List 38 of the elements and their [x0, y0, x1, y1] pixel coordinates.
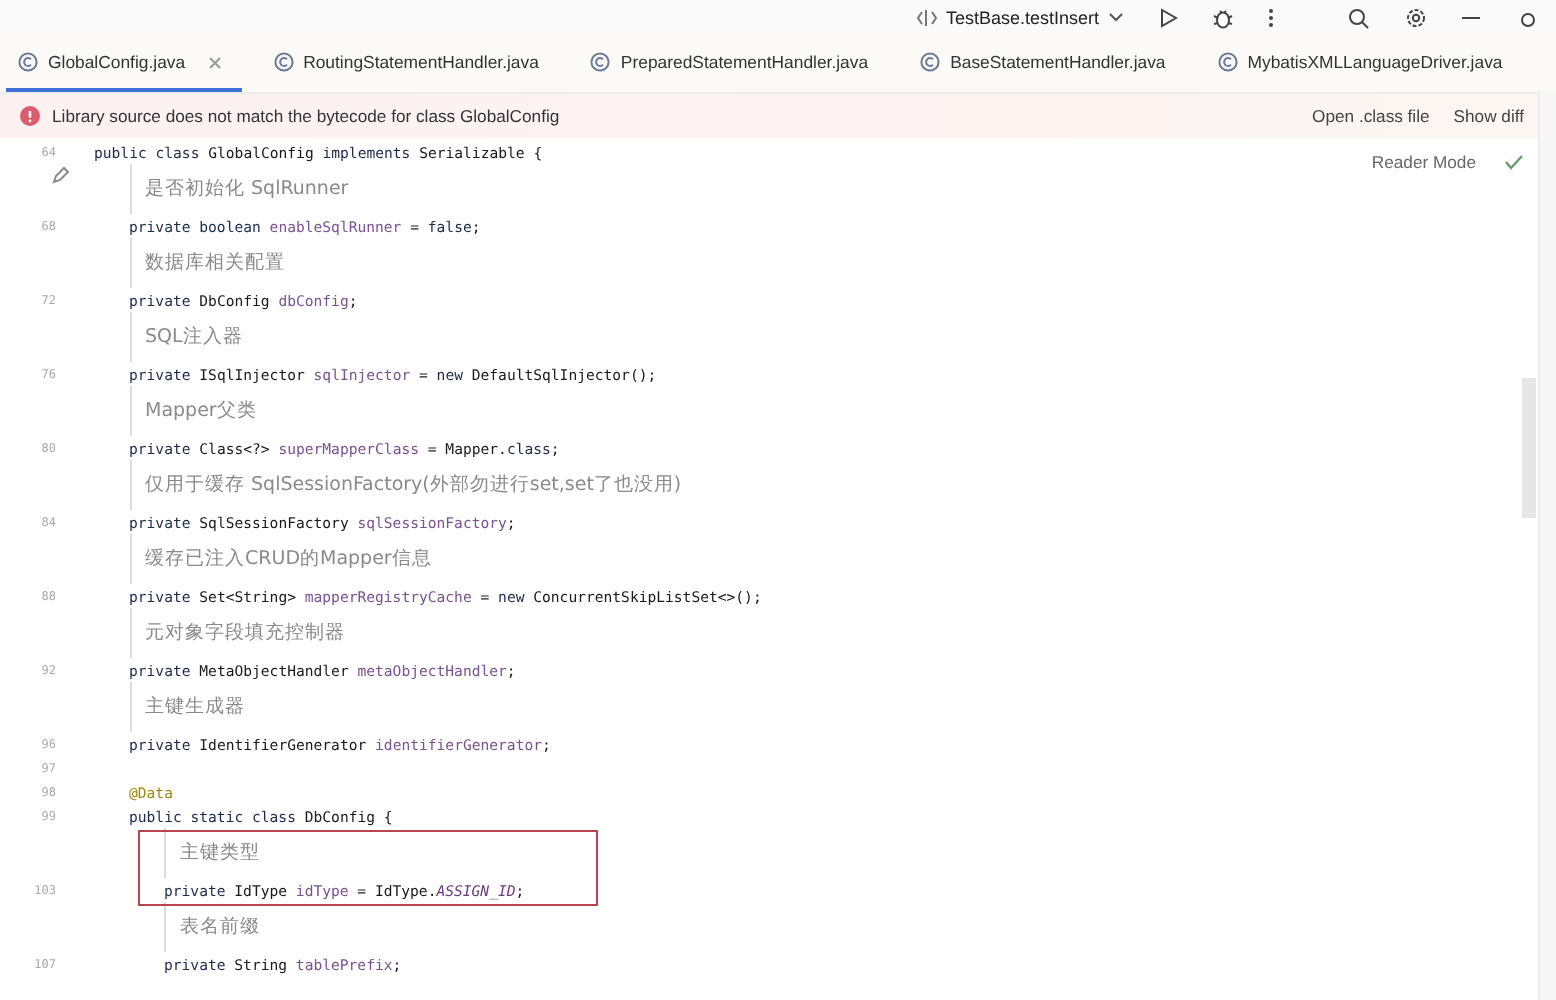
class-icon — [273, 52, 294, 72]
reader-mode-toggle[interactable]: Reader Mode — [1371, 152, 1476, 172]
class-icon — [590, 52, 611, 72]
doc-comment: 表名前缀 — [180, 914, 260, 940]
editor-tab[interactable]: BaseStatementHandler.java — [908, 36, 1206, 92]
doc-comment: 数据库相关配置 — [145, 250, 285, 276]
more-icon[interactable] — [1267, 8, 1274, 28]
editor-tab[interactable]: PreparedStatementHandler.java — [578, 36, 909, 92]
pencil-icon — [52, 166, 70, 184]
code-brackets-icon — [916, 8, 938, 28]
error-icon — [20, 106, 40, 126]
doc-comment: 仅用于缓存 SqlSessionFactory(外部勿进行set,set了也没用) — [145, 472, 682, 498]
editor-tab[interactable]: MybatisXMLLanguageDriver.java — [1205, 36, 1543, 92]
doc-comment: SQL注入器 — [145, 324, 243, 350]
check-icon[interactable] — [1504, 154, 1524, 170]
close-icon[interactable] — [207, 55, 222, 69]
class-icon — [18, 52, 38, 72]
settings-icon[interactable] — [1404, 6, 1428, 30]
bug-icon[interactable] — [1211, 7, 1234, 29]
run-icon[interactable] — [1157, 8, 1178, 28]
doc-comment: 主键生成器 — [145, 694, 245, 720]
doc-comment: 是否初始化 SqlRunner — [145, 176, 349, 202]
class-icon — [920, 52, 941, 72]
run-configuration-selector[interactable]: TestBase.testInsert — [910, 6, 1130, 30]
search-icon[interactable] — [1348, 7, 1370, 29]
doc-comment: 主键类型 — [180, 840, 260, 866]
chevron-down-icon — [1107, 12, 1124, 24]
banner-message: Library source does not match the bytecode for class GlobalConfig — [52, 106, 560, 126]
minimize-icon[interactable] — [1462, 16, 1480, 20]
banner-link[interactable]: Open .class file — [1312, 106, 1430, 126]
doc-comment: Mapper父类 — [145, 398, 257, 424]
window-icon[interactable] — [1520, 9, 1536, 27]
doc-comment: 缓存已注入CRUD的Mapper信息 — [145, 546, 432, 572]
editor-tab[interactable]: RoutingStatementHandler.java — [261, 36, 579, 92]
class-icon — [1217, 52, 1238, 72]
scrollbar-thumb[interactable] — [1522, 378, 1536, 518]
doc-comment: 元对象字段填充控制器 — [145, 620, 345, 646]
banner-link[interactable]: Show diff — [1453, 106, 1524, 126]
